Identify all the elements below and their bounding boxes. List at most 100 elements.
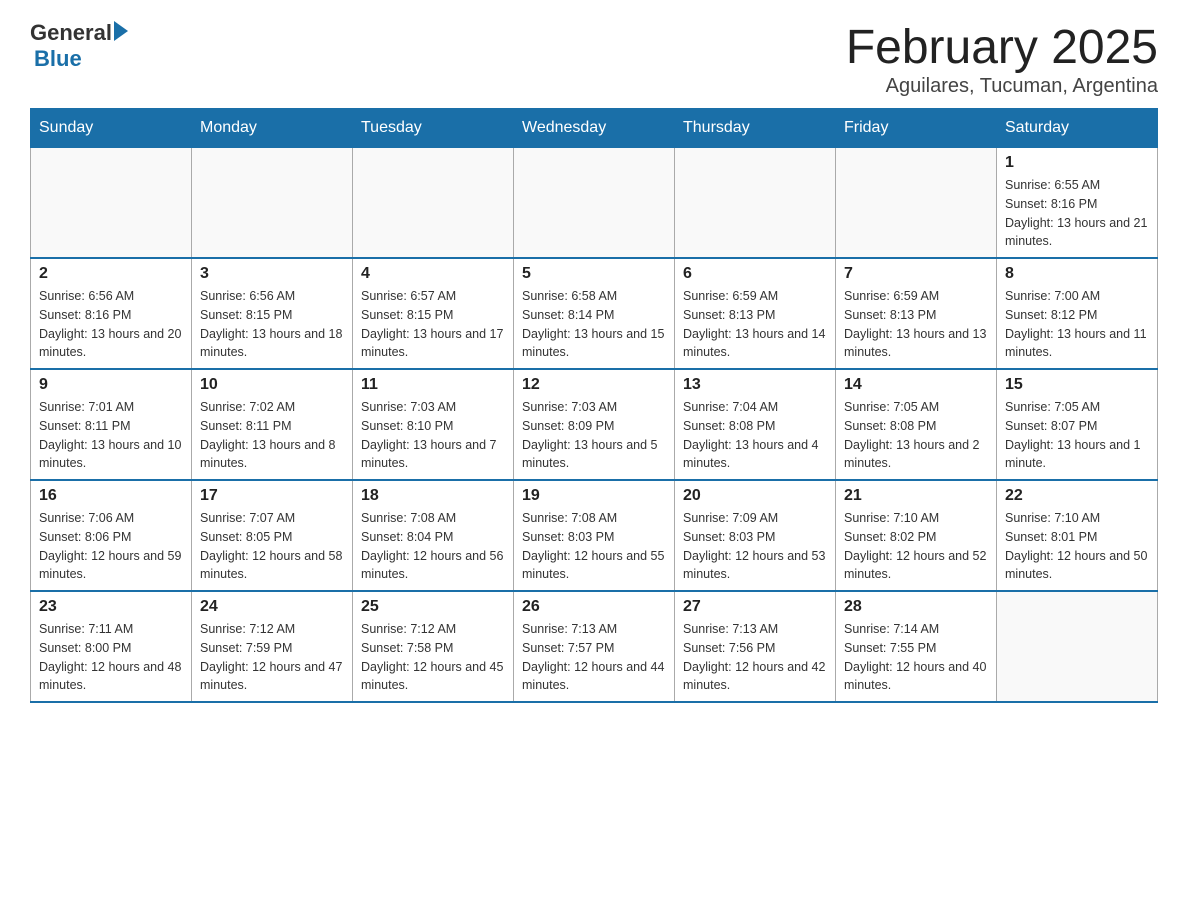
calendar-cell: 7 Sunrise: 6:59 AM Sunset: 8:13 PM Daylig… [836,258,997,369]
day-header-wednesday: Wednesday [514,109,675,148]
calendar-cell: 21 Sunrise: 7:10 AM Sunset: 8:02 PM Dayli… [836,480,997,591]
calendar-cell: 19Sunrise: 7:08 AM Sunset: 8:03 PM Dayli… [514,480,675,591]
day-number: 24 [200,598,344,616]
calendar-cell [997,591,1158,702]
day-number: 13 [683,376,827,394]
day-number: 4 [361,265,505,283]
day-info: Sunrise: 7:06 AM Sunset: 8:06 PM Dayligh… [39,509,183,584]
day-info: Sunrise: 6:59 AM Sunset: 8:13 PM Dayligh… [844,287,988,362]
calendar-cell: 2 Sunrise: 6:56 AM Sunset: 8:16 PM Daylig… [31,258,192,369]
day-number: 7 [844,265,988,283]
calendar-cell: 22 Sunrise: 7:10 AM Sunset: 8:01 PM Dayli… [997,480,1158,591]
day-info: Sunrise: 6:55 AM Sunset: 8:16 PM Dayligh… [1005,176,1149,251]
calendar-cell [31,148,192,259]
day-number: 8 [1005,265,1149,283]
day-number: 17 [200,487,344,505]
calendar-cell: 6Sunrise: 6:59 AM Sunset: 8:13 PM Daylig… [675,258,836,369]
day-info: Sunrise: 7:12 AM Sunset: 7:59 PM Dayligh… [200,620,344,695]
day-info: Sunrise: 6:56 AM Sunset: 8:16 PM Dayligh… [39,287,183,362]
day-info: Sunrise: 7:09 AM Sunset: 8:03 PM Dayligh… [683,509,827,584]
day-number: 14 [844,376,988,394]
day-number: 27 [683,598,827,616]
day-number: 11 [361,376,505,394]
calendar-week-row: 16Sunrise: 7:06 AM Sunset: 8:06 PM Dayli… [31,480,1158,591]
day-number: 25 [361,598,505,616]
day-number: 3 [200,265,344,283]
day-info: Sunrise: 6:56 AM Sunset: 8:15 PM Dayligh… [200,287,344,362]
day-number: 12 [522,376,666,394]
day-header-monday: Monday [192,109,353,148]
calendar-cell: 26Sunrise: 7:13 AM Sunset: 7:57 PM Dayli… [514,591,675,702]
calendar-cell: 28 Sunrise: 7:14 AM Sunset: 7:55 PM Dayli… [836,591,997,702]
calendar-cell: 15 Sunrise: 7:05 AM Sunset: 8:07 PM Dayli… [997,369,1158,480]
calendar-title-block: February 2025 Aguilares, Tucuman, Argent… [846,20,1158,98]
logo-arrow-icon [114,21,128,41]
calendar-cell: 27 Sunrise: 7:13 AM Sunset: 7:56 PM Dayli… [675,591,836,702]
calendar-cell: 9Sunrise: 7:01 AM Sunset: 8:11 PM Daylig… [31,369,192,480]
day-number: 2 [39,265,183,283]
day-info: Sunrise: 7:03 AM Sunset: 8:09 PM Dayligh… [522,398,666,473]
day-number: 1 [1005,154,1149,172]
calendar-cell [514,148,675,259]
day-number: 28 [844,598,988,616]
day-info: Sunrise: 7:05 AM Sunset: 8:08 PM Dayligh… [844,398,988,473]
calendar-cell: 11 Sunrise: 7:03 AM Sunset: 8:10 PM Dayli… [353,369,514,480]
day-number: 23 [39,598,183,616]
day-header-friday: Friday [836,109,997,148]
logo-general-text: General [30,20,112,46]
calendar-cell: 14 Sunrise: 7:05 AM Sunset: 8:08 PM Dayli… [836,369,997,480]
day-info: Sunrise: 7:03 AM Sunset: 8:10 PM Dayligh… [361,398,505,473]
calendar-cell: 17 Sunrise: 7:07 AM Sunset: 8:05 PM Dayli… [192,480,353,591]
day-number: 20 [683,487,827,505]
day-info: Sunrise: 7:10 AM Sunset: 8:02 PM Dayligh… [844,509,988,584]
day-info: Sunrise: 7:13 AM Sunset: 7:57 PM Dayligh… [522,620,666,695]
day-number: 6 [683,265,827,283]
calendar-cell: 4 Sunrise: 6:57 AM Sunset: 8:15 PM Daylig… [353,258,514,369]
day-number: 18 [361,487,505,505]
calendar-week-row: 23Sunrise: 7:11 AM Sunset: 8:00 PM Dayli… [31,591,1158,702]
calendar-cell: 5 Sunrise: 6:58 AM Sunset: 8:14 PM Daylig… [514,258,675,369]
calendar-cell: 24 Sunrise: 7:12 AM Sunset: 7:59 PM Dayli… [192,591,353,702]
calendar-cell: 1 Sunrise: 6:55 AM Sunset: 8:16 PM Daylig… [997,148,1158,259]
calendar-cell: 18 Sunrise: 7:08 AM Sunset: 8:04 PM Dayli… [353,480,514,591]
calendar-cell: 25Sunrise: 7:12 AM Sunset: 7:58 PM Dayli… [353,591,514,702]
day-number: 22 [1005,487,1149,505]
calendar-cell: 23Sunrise: 7:11 AM Sunset: 8:00 PM Dayli… [31,591,192,702]
calendar-cell: 3 Sunrise: 6:56 AM Sunset: 8:15 PM Daylig… [192,258,353,369]
calendar-cell: 16Sunrise: 7:06 AM Sunset: 8:06 PM Dayli… [31,480,192,591]
day-info: Sunrise: 7:00 AM Sunset: 8:12 PM Dayligh… [1005,287,1149,362]
page-header: General Blue February 2025 Aguilares, Tu… [30,20,1158,98]
day-info: Sunrise: 7:04 AM Sunset: 8:08 PM Dayligh… [683,398,827,473]
day-info: Sunrise: 6:57 AM Sunset: 8:15 PM Dayligh… [361,287,505,362]
day-info: Sunrise: 7:08 AM Sunset: 8:03 PM Dayligh… [522,509,666,584]
day-info: Sunrise: 7:05 AM Sunset: 8:07 PM Dayligh… [1005,398,1149,473]
calendar-cell: 13 Sunrise: 7:04 AM Sunset: 8:08 PM Dayli… [675,369,836,480]
calendar-cell [353,148,514,259]
calendar-table: SundayMondayTuesdayWednesdayThursdayFrid… [30,108,1158,703]
day-info: Sunrise: 7:10 AM Sunset: 8:01 PM Dayligh… [1005,509,1149,584]
day-info: Sunrise: 7:08 AM Sunset: 8:04 PM Dayligh… [361,509,505,584]
calendar-header: SundayMondayTuesdayWednesdayThursdayFrid… [31,109,1158,148]
day-info: Sunrise: 6:58 AM Sunset: 8:14 PM Dayligh… [522,287,666,362]
day-header-sunday: Sunday [31,109,192,148]
calendar-cell: 8 Sunrise: 7:00 AM Sunset: 8:12 PM Daylig… [997,258,1158,369]
day-info: Sunrise: 7:07 AM Sunset: 8:05 PM Dayligh… [200,509,344,584]
day-info: Sunrise: 7:14 AM Sunset: 7:55 PM Dayligh… [844,620,988,695]
logo: General Blue [30,20,128,72]
calendar-week-row: 1 Sunrise: 6:55 AM Sunset: 8:16 PM Daylig… [31,148,1158,259]
logo-blue-text: Blue [34,46,82,72]
calendar-cell [836,148,997,259]
day-header-tuesday: Tuesday [353,109,514,148]
calendar-subtitle: Aguilares, Tucuman, Argentina [846,75,1158,98]
calendar-title: February 2025 [846,20,1158,75]
calendar-week-row: 2 Sunrise: 6:56 AM Sunset: 8:16 PM Daylig… [31,258,1158,369]
day-info: Sunrise: 7:13 AM Sunset: 7:56 PM Dayligh… [683,620,827,695]
day-number: 10 [200,376,344,394]
day-number: 15 [1005,376,1149,394]
calendar-cell: 12 Sunrise: 7:03 AM Sunset: 8:09 PM Dayli… [514,369,675,480]
day-number: 5 [522,265,666,283]
day-number: 21 [844,487,988,505]
calendar-cell [675,148,836,259]
calendar-body: 1 Sunrise: 6:55 AM Sunset: 8:16 PM Daylig… [31,148,1158,703]
calendar-cell: 10Sunrise: 7:02 AM Sunset: 8:11 PM Dayli… [192,369,353,480]
